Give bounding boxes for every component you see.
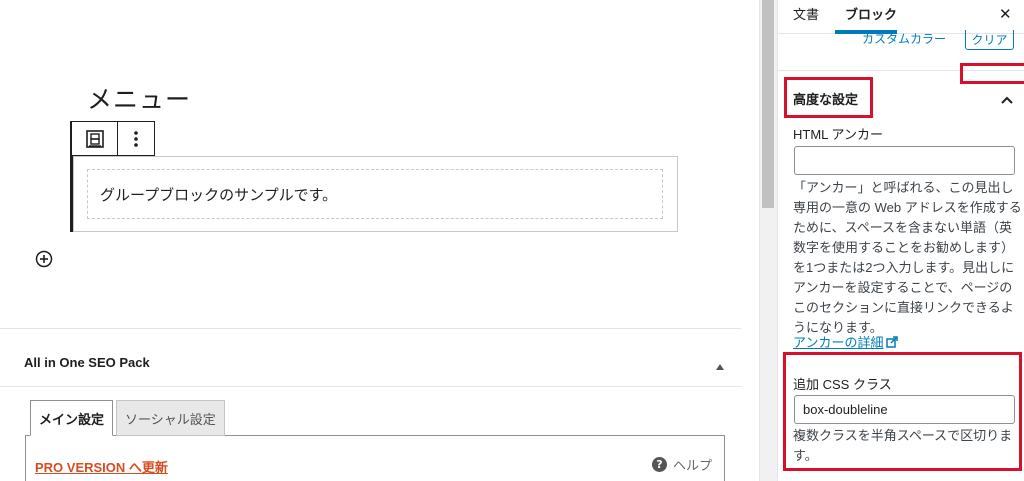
highlight-advanced-box [784, 77, 873, 118]
sidebar-tabs: 文書 ブロック ✕ [778, 0, 1024, 34]
tab-social-settings[interactable]: ソーシャル設定 [116, 400, 225, 436]
metabox-header[interactable]: All in One SEO Pack [0, 329, 741, 387]
help-line: アンカーを設定することで、ページの [793, 280, 1013, 295]
external-link-icon [886, 335, 899, 348]
paragraph-block[interactable]: グループブロックのサンプルです。 [87, 169, 663, 219]
help-icon: ? [652, 457, 667, 472]
html-anchor-label: HTML アンカー [793, 127, 883, 142]
help-line: このセクションに直接リンクできるよ [793, 300, 1014, 315]
tab-document[interactable]: 文書 [793, 4, 819, 23]
highlight-box [960, 63, 1024, 84]
help-line: 専用の一意の Web アドレスを作成する [793, 200, 1022, 215]
group-block-icon[interactable] [72, 122, 117, 155]
heading-block[interactable]: メニュー [87, 80, 191, 116]
pro-version-link[interactable]: PRO VERSION へ更新 [35, 457, 168, 476]
scrollbar-thumb[interactable] [762, 0, 774, 208]
tab-main-settings[interactable]: メイン設定 [30, 400, 114, 436]
help-line: ために、スペースを含まない単語（英 [793, 220, 1013, 235]
highlight-css-box [783, 352, 1022, 471]
help-line: 数字を使用することをお勧めします） [793, 240, 1015, 255]
anchor-help-text: 「アンカー」と呼ばれる、この見出し 専用の一意の Web アドレスを作成する た… [793, 178, 1022, 338]
collapse-triangle-icon[interactable] [715, 356, 725, 370]
clear-button[interactable]: クリア [965, 30, 1014, 50]
editor-screen: メニュー グループブロックのサンプルです。 All in One SEO Pac… [0, 0, 1024, 481]
anchor-details-link[interactable]: アンカーの詳細 [793, 332, 899, 351]
help-line: 「アンカー」と呼ばれる、この見出し [793, 180, 1014, 195]
metabox-title: All in One SEO Pack [24, 355, 150, 370]
help-label: ヘルプ [673, 459, 713, 474]
block-toolbar [72, 121, 155, 156]
help-button[interactable]: ? ヘルプ [652, 455, 712, 474]
help-line: を1つまたは2つ入力します。見出しに [793, 260, 1015, 275]
more-options-icon[interactable] [117, 122, 154, 155]
anchor-details-label: アンカーの詳細 [793, 335, 884, 350]
custom-color-link[interactable]: カスタムカラー [862, 30, 946, 47]
chevron-up-icon[interactable] [1000, 90, 1014, 104]
tab-block[interactable]: ブロック [845, 4, 897, 23]
add-block-icon[interactable] [35, 250, 53, 268]
close-icon[interactable]: ✕ [999, 5, 1012, 23]
html-anchor-input[interactable] [794, 146, 1015, 175]
